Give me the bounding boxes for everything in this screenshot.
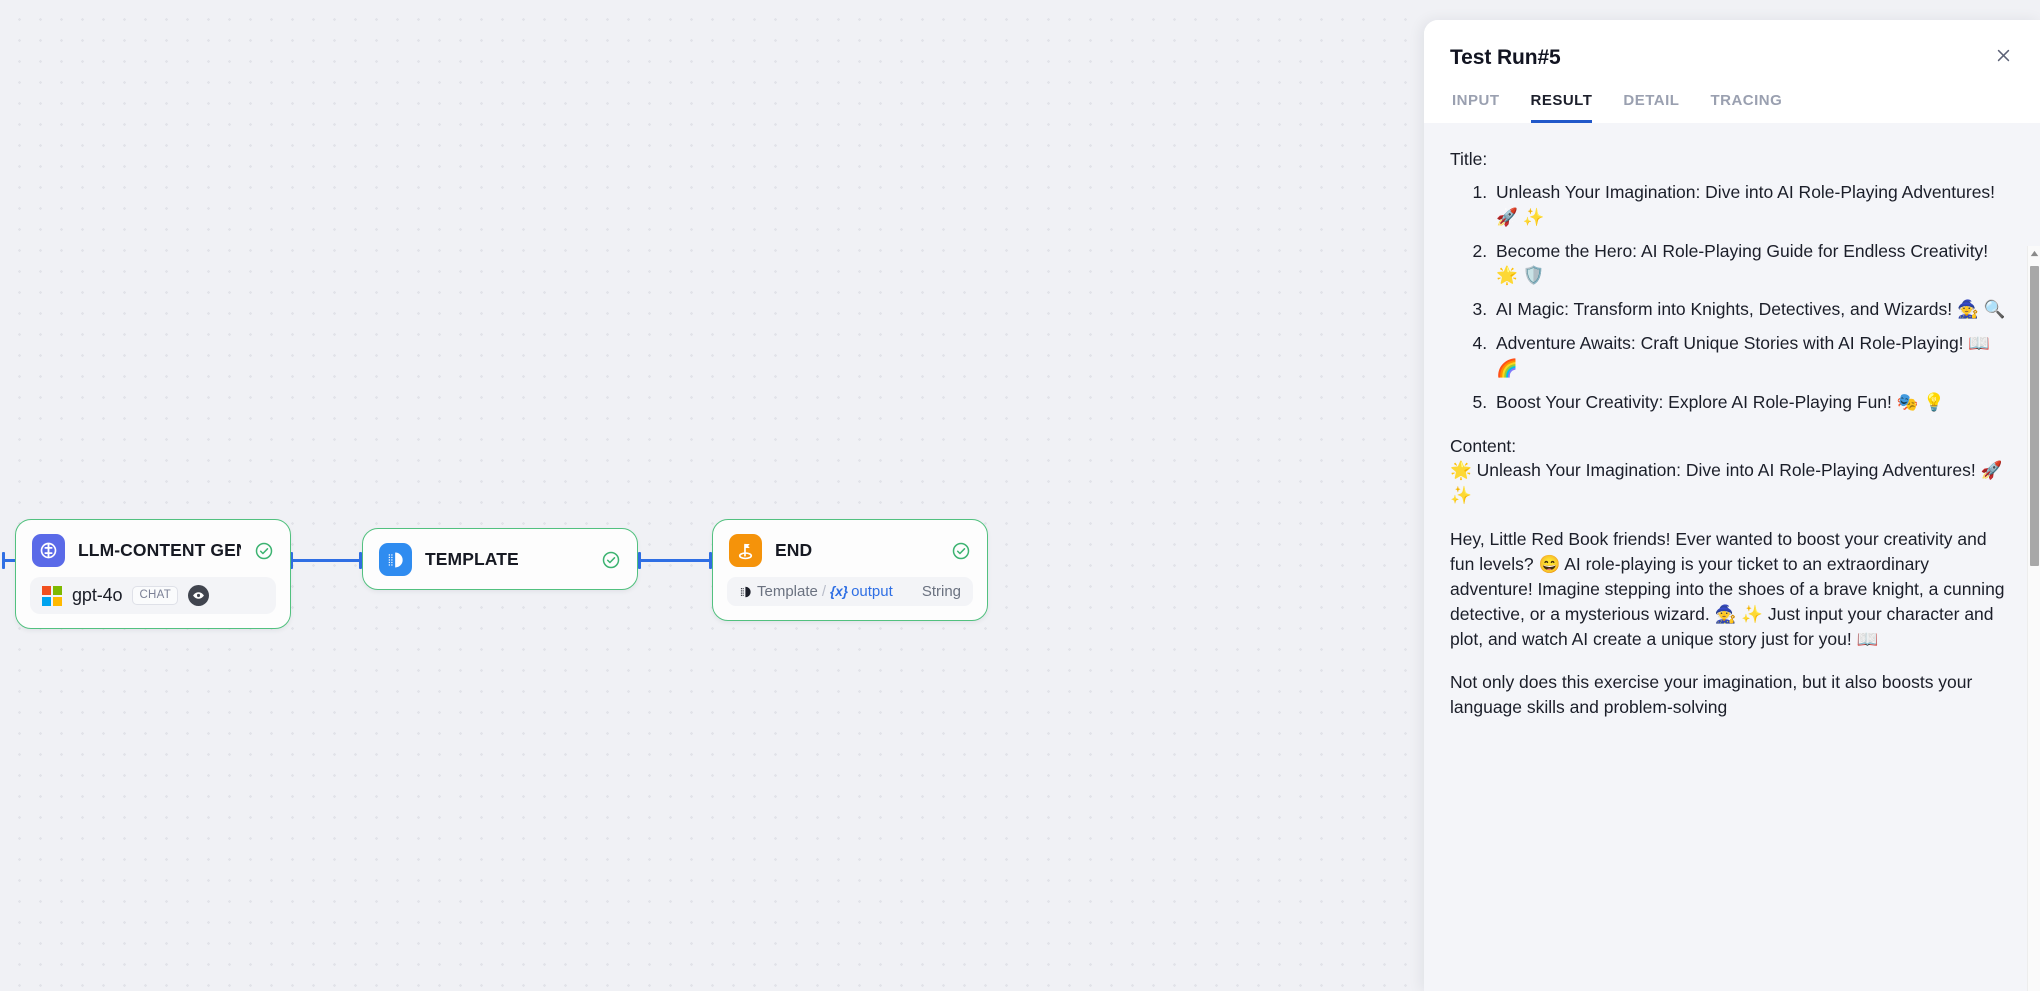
status-success-icon	[254, 541, 274, 561]
node-end[interactable]: END Template / {x} output String	[712, 519, 988, 621]
close-icon[interactable]	[1990, 42, 2016, 68]
variable-name: output	[851, 583, 893, 600]
workflow-canvas[interactable]: LLM-CONTENT GENER... gpt-4o CHAT	[0, 0, 1424, 991]
result-content[interactable]: Title: Unleash Your Imagination: Dive in…	[1424, 123, 2040, 991]
model-mode-badge: CHAT	[132, 586, 179, 605]
tab-tracing[interactable]: TRACING	[1710, 92, 1782, 123]
list-item: Adventure Awaits: Craft Unique Stories w…	[1492, 331, 2014, 381]
model-selector-row[interactable]: gpt-4o CHAT	[30, 577, 276, 614]
node-template[interactable]: TEMPLATE	[362, 528, 638, 590]
variable-separator: /	[821, 583, 827, 600]
variable-source-label: Template	[757, 583, 818, 600]
node-title: TEMPLATE	[425, 549, 519, 569]
node-header: END	[713, 520, 987, 577]
node-header: TEMPLATE	[363, 529, 637, 590]
list-item: Boost Your Creativity: Explore AI Role-P…	[1492, 390, 2014, 415]
template-transform-icon	[739, 585, 753, 599]
node-header: LLM-CONTENT GENER...	[16, 520, 290, 577]
variable-prefix: {x}	[830, 584, 849, 599]
node-body: Template / {x} output String	[713, 577, 987, 620]
content-paragraph: Hey, Little Red Book friends! Ever wante…	[1450, 529, 2005, 649]
node-llm-content-generator[interactable]: LLM-CONTENT GENER... gpt-4o CHAT	[15, 519, 291, 629]
tab-detail[interactable]: DETAIL	[1623, 92, 1679, 123]
generated-titles-list: Unleash Your Imagination: Dive into AI R…	[1450, 180, 2014, 415]
page-title: Test Run#5	[1450, 46, 1561, 69]
content-section-label: Content:	[1450, 435, 1517, 456]
edge-llm-to-template	[292, 559, 362, 562]
list-item: AI Magic: Transform into Knights, Detect…	[1492, 297, 2014, 322]
test-run-panel: Test Run#5 INPUT RESULT DETAIL TRACING T…	[1424, 20, 2040, 991]
panel-header: Test Run#5 INPUT RESULT DETAIL TRACING	[1424, 20, 2040, 123]
microsoft-azure-logo	[42, 585, 62, 606]
llm-brain-icon	[32, 534, 65, 567]
scrollbar-thumb[interactable]	[2030, 266, 2039, 566]
panel-tabs: INPUT RESULT DETAIL TRACING	[1450, 92, 2014, 123]
tab-input[interactable]: INPUT	[1452, 92, 1500, 123]
template-transform-icon	[379, 543, 412, 576]
content-heading: 🌟 Unleash Your Imagination: Dive into AI…	[1450, 460, 2003, 506]
variable-type: String	[921, 583, 961, 600]
list-item: Unleash Your Imagination: Dive into AI R…	[1492, 180, 2014, 230]
model-name: gpt-4o	[72, 585, 123, 605]
result-scrollbar[interactable]	[2027, 246, 2040, 991]
edge-template-to-end	[640, 559, 712, 562]
eye-icon[interactable]	[188, 585, 210, 606]
variable-name-group: {x} output	[830, 583, 893, 600]
status-success-icon	[951, 541, 971, 561]
node-body: gpt-4o CHAT	[16, 577, 290, 628]
content-paragraph: Not only does this exercise your imagina…	[1450, 672, 1973, 718]
tab-result[interactable]: RESULT	[1530, 92, 1593, 123]
end-flag-icon	[729, 534, 762, 567]
node-title: END	[775, 540, 813, 560]
title-section-label: Title:	[1450, 149, 1488, 169]
end-output-variable-row[interactable]: Template / {x} output String	[727, 577, 973, 606]
list-item: Become the Hero: AI Role-Playing Guide f…	[1492, 239, 2014, 289]
variable-source: Template	[739, 583, 818, 600]
node-title: LLM-CONTENT GENER...	[78, 540, 241, 560]
status-success-icon	[601, 550, 621, 570]
scroll-up-arrow-icon[interactable]	[2028, 246, 2040, 261]
